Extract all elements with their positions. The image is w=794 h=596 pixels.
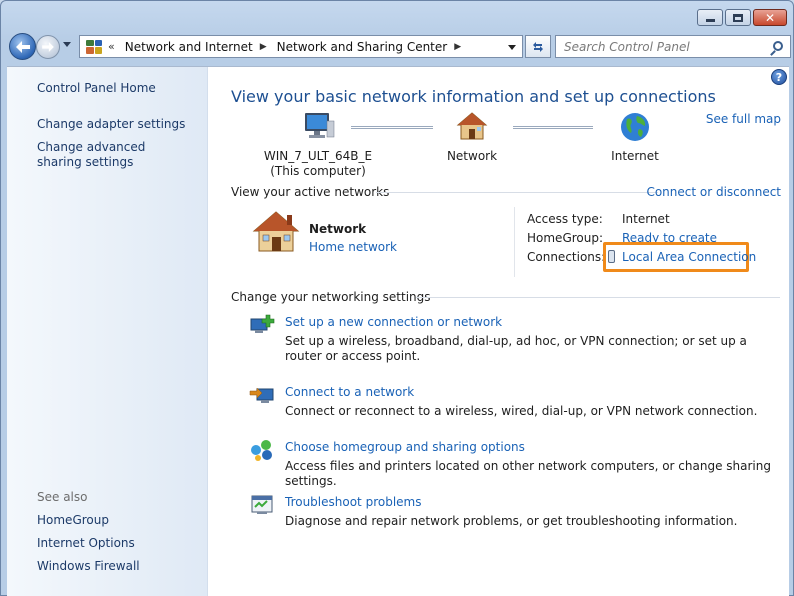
- refresh-icon: [533, 41, 543, 52]
- homegroup-sharing-link[interactable]: Choose homegroup and sharing options: [285, 440, 777, 454]
- breadcrumb-separator-icon[interactable]: ▶: [454, 42, 461, 52]
- search-box[interactable]: [555, 35, 791, 58]
- see-also-heading: See also: [37, 490, 88, 504]
- minimize-button[interactable]: [697, 9, 723, 26]
- task-connect-to-network: Connect to a network Connect or reconnec…: [285, 385, 777, 419]
- task-set-up-connection: Set up a new connection or network Set u…: [285, 315, 777, 364]
- map-node-computer[interactable]: WIN_7_ULT_64B_E (This computer): [258, 111, 378, 179]
- map-network-label: Network: [446, 149, 498, 163]
- active-network-name: Network: [309, 222, 367, 236]
- sidebar-homegroup[interactable]: HomeGroup: [37, 513, 109, 528]
- window: ✕ « Network and Internet ▶ Network and S…: [0, 0, 794, 596]
- sidebar: Control Panel Home Change adapter settin…: [7, 67, 208, 596]
- sidebar-windows-firewall[interactable]: Windows Firewall: [37, 559, 140, 574]
- sidebar-control-panel-home[interactable]: Control Panel Home: [37, 81, 156, 96]
- breadcrumb-network-and-internet[interactable]: Network and Internet: [125, 40, 253, 54]
- homegroup-label: HomeGroup:: [527, 231, 604, 245]
- control-panel-icon: [86, 39, 102, 54]
- help-icon[interactable]: ?: [771, 69, 787, 85]
- close-button[interactable]: ✕: [753, 9, 787, 26]
- client-area: Control Panel Home Change adapter settin…: [7, 66, 789, 596]
- network-type-link[interactable]: Home network: [309, 240, 397, 254]
- search-icon[interactable]: [773, 41, 783, 51]
- forward-button[interactable]: [36, 35, 60, 59]
- troubleshoot-link[interactable]: Troubleshoot problems: [285, 495, 777, 509]
- back-button[interactable]: [9, 33, 36, 60]
- access-type-value: Internet: [622, 212, 670, 226]
- address-row: « Network and Internet ▶ Network and Sha…: [9, 33, 791, 60]
- maximize-button[interactable]: [725, 9, 751, 26]
- task-troubleshoot: Troubleshoot problems Diagnose and repai…: [285, 495, 777, 529]
- main-panel: ? View your basic network information an…: [208, 67, 789, 596]
- connect-to-network-link[interactable]: Connect to a network: [285, 385, 777, 399]
- map-connector-line: [513, 126, 593, 129]
- caption-buttons: ✕: [697, 9, 787, 26]
- breadcrumb-network-and-sharing-center[interactable]: Network and Sharing Center: [277, 40, 448, 54]
- house-icon: [456, 112, 488, 140]
- network-adapter-icon: [608, 250, 615, 263]
- homegroup-sharing-description: Access files and printers located on oth…: [285, 459, 771, 488]
- set-up-connection-description: Set up a wireless, broadband, dial-up, a…: [285, 334, 747, 363]
- address-bar[interactable]: « Network and Internet ▶ Network and Sha…: [79, 35, 523, 58]
- set-up-connection-link[interactable]: Set up a new connection or network: [285, 315, 777, 329]
- troubleshoot-description: Diagnose and repair network problems, or…: [285, 514, 738, 528]
- homegroup-icon: [251, 440, 272, 461]
- address-dropdown-button[interactable]: [508, 45, 516, 50]
- connections-label: Connections:: [527, 250, 606, 264]
- see-full-map-link[interactable]: See full map: [706, 112, 781, 126]
- sidebar-change-advanced-sharing-settings[interactable]: Change advanced sharing settings: [37, 140, 187, 170]
- troubleshoot-icon: [251, 495, 273, 514]
- task-homegroup-sharing: Choose homegroup and sharing options Acc…: [285, 440, 777, 489]
- globe-icon: [621, 113, 649, 141]
- new-connection-icon: [250, 314, 275, 333]
- arrow-left-icon: [15, 40, 30, 53]
- computer-icon: [305, 113, 335, 138]
- page-title: View your basic network information and …: [231, 87, 716, 106]
- connect-to-network-description: Connect or reconnect to a wireless, wire…: [285, 404, 758, 418]
- connect-or-disconnect-link[interactable]: Connect or disconnect: [646, 185, 781, 199]
- access-type-label: Access type:: [527, 212, 603, 226]
- map-node-network[interactable]: Network: [441, 111, 503, 164]
- breadcrumb-separator-icon[interactable]: ▶: [260, 42, 267, 52]
- breadcrumb-overflow[interactable]: «: [108, 40, 115, 53]
- recent-pages-dropdown[interactable]: [63, 42, 71, 47]
- minimize-icon: [705, 19, 715, 22]
- divider: [376, 192, 658, 193]
- map-internet-label: Internet: [611, 149, 659, 163]
- computer-name: WIN_7_ULT_64B_E: [263, 149, 373, 163]
- change-settings-heading: Change your networking settings: [231, 290, 431, 304]
- arrow-right-icon: [42, 42, 54, 52]
- refresh-button[interactable]: [525, 35, 551, 58]
- sidebar-internet-options[interactable]: Internet Options: [37, 536, 135, 551]
- maximize-icon: [733, 13, 743, 22]
- local-area-connection-link[interactable]: Local Area Connection: [622, 250, 756, 264]
- map-node-internet[interactable]: Internet: [604, 111, 666, 164]
- divider: [416, 297, 780, 298]
- connect-network-icon: [249, 387, 274, 403]
- map-connector-line: [351, 126, 433, 129]
- network-house-icon: [252, 211, 300, 252]
- active-networks-heading: View your active networks: [231, 185, 390, 199]
- search-input[interactable]: [564, 39, 764, 54]
- vertical-divider: [514, 207, 515, 277]
- computer-sub-label: (This computer): [270, 164, 366, 178]
- sidebar-change-adapter-settings[interactable]: Change adapter settings: [37, 117, 185, 132]
- close-icon: ✕: [764, 10, 776, 25]
